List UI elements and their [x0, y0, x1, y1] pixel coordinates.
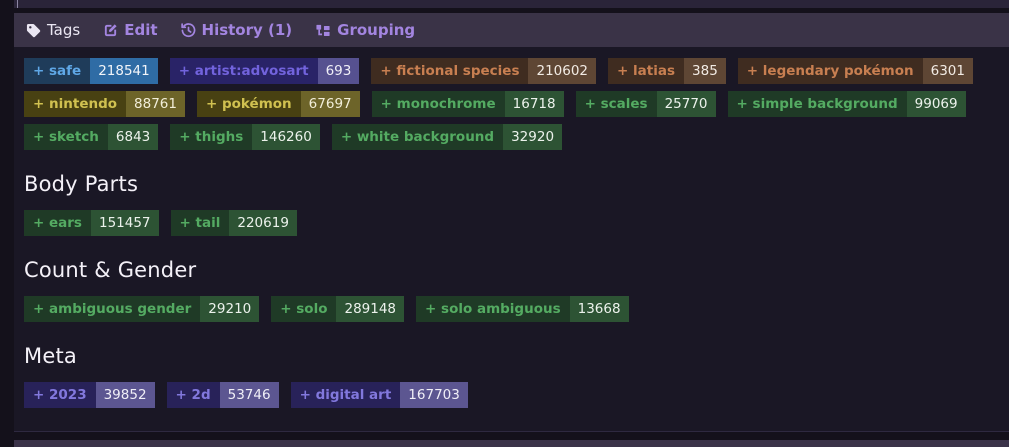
- tag-add-link[interactable]: + safe: [24, 58, 91, 84]
- tag-count: 6843: [107, 124, 159, 150]
- tag-row: + ears 151457 + tail 220619: [24, 210, 999, 236]
- tag-monochrome: + monochrome 16718: [371, 91, 564, 117]
- tag-thighs: + thighs 146260: [170, 124, 320, 150]
- tag-artist-advosart: + artist:advosart 693: [169, 58, 360, 84]
- tab-edit-label: Edit: [124, 21, 158, 39]
- previous-section-bottom-strip: [14, 0, 1009, 8]
- tag-add-link[interactable]: + sketch: [24, 124, 108, 150]
- tag-simple-background: + simple background 99069: [727, 91, 966, 117]
- tab-tags[interactable]: Tags: [26, 21, 80, 39]
- group-header: Meta: [24, 344, 77, 368]
- tab-history-label: History (1): [201, 21, 293, 39]
- tag-count: 167703: [400, 382, 468, 408]
- tag-count: 218541: [90, 58, 158, 84]
- tag-count: 6301: [922, 58, 973, 84]
- previous-section-left-border: [17, 0, 18, 8]
- tag-add-link[interactable]: + solo: [271, 296, 337, 322]
- tag-count: 29210: [200, 296, 260, 322]
- tag-safe: + safe 218541: [24, 58, 158, 84]
- tab-edit[interactable]: Edit: [103, 21, 158, 39]
- tag-row: + nintendo 88761 + pokémon 67697 + monochrom…: [24, 91, 999, 117]
- tag-count: 289148: [336, 296, 405, 322]
- tag-nintendo: + nintendo 88761: [24, 91, 185, 117]
- grouping-icon: [315, 23, 331, 38]
- group-header: Body Parts: [24, 172, 139, 196]
- tag-count: 151457: [90, 210, 159, 236]
- tag-sketch: + sketch 6843: [24, 124, 159, 150]
- tags-toolbar: Tags Edit History (1) Grouping: [14, 13, 1009, 47]
- tag-add-link[interactable]: + 2d: [166, 382, 220, 408]
- edit-icon: [103, 23, 118, 38]
- tag-count: 385: [684, 58, 726, 84]
- tag-2023: + 2023 39852: [24, 382, 155, 408]
- tag-scales: + scales 25770: [575, 91, 716, 117]
- tab-grouping-label: Grouping: [337, 21, 416, 39]
- tag-count: 210602: [528, 58, 597, 84]
- tag-add-link[interactable]: + monochrome: [371, 91, 505, 117]
- tag-groups: + safe 218541 + artist:advosart 693 + fictio…: [14, 47, 1009, 432]
- tag-add-link[interactable]: + thighs: [170, 124, 253, 150]
- tag-row: + 2023 39852 + 2d 53746 + digital art 167703: [24, 382, 999, 408]
- tag-tail: + tail 220619: [170, 210, 297, 236]
- tag-add-link[interactable]: + simple background: [727, 91, 907, 117]
- tag-add-link[interactable]: + solo ambiguous: [416, 296, 570, 322]
- tags-panel: Tags Edit History (1) Grouping + safe 21…: [14, 13, 1009, 432]
- tag-count: 53746: [219, 382, 279, 408]
- tag-count: 146260: [252, 124, 320, 150]
- tag-add-link[interactable]: + fictional species: [371, 58, 529, 84]
- tag-add-link[interactable]: + digital art: [290, 382, 401, 408]
- tag-add-link[interactable]: + pokémon: [196, 91, 301, 117]
- tag-latias: + latias 385: [608, 58, 726, 84]
- tag-add-link[interactable]: + tail: [170, 210, 230, 236]
- tag-count: 99069: [906, 91, 966, 117]
- tag-add-link[interactable]: + artist:advosart: [169, 58, 318, 84]
- tag-white-background: + white background 32920: [331, 124, 563, 150]
- tag-add-link[interactable]: + latias: [608, 58, 685, 84]
- tag-count: 88761: [126, 91, 185, 117]
- tag-add-link[interactable]: + nintendo: [24, 91, 127, 117]
- tag-count: 67697: [300, 91, 360, 117]
- tag-legendary-pok-mon: + legendary pokémon 6301: [737, 58, 973, 84]
- tab-grouping[interactable]: Grouping: [315, 21, 415, 39]
- history-icon: [180, 22, 196, 38]
- tag-ambiguous-gender: + ambiguous gender 29210: [24, 296, 260, 322]
- tag-digital-art: + digital art 167703: [290, 382, 468, 408]
- tab-history[interactable]: History (1): [180, 21, 293, 39]
- group-header: Count & Gender: [24, 258, 197, 282]
- tag-fictional-species: + fictional species 210602: [371, 58, 597, 84]
- tag-row: + safe 218541 + artist:advosart 693 + fictio…: [24, 58, 999, 84]
- tag-count: 32920: [503, 124, 563, 150]
- tag-solo-ambiguous: + solo ambiguous 13668: [416, 296, 629, 322]
- tag-count: 25770: [656, 91, 716, 117]
- tag-count: 693: [317, 58, 360, 84]
- tag-solo: + solo 289148: [271, 296, 405, 322]
- tag-count: 220619: [229, 210, 297, 236]
- tag-add-link[interactable]: + 2023: [24, 382, 96, 408]
- tag-add-link[interactable]: + legendary pokémon: [737, 58, 923, 84]
- tag-count: 39852: [95, 382, 155, 408]
- tag-add-link[interactable]: + scales: [575, 91, 657, 117]
- tag-add-link[interactable]: + white background: [331, 124, 504, 150]
- tag-count: 16718: [504, 91, 564, 117]
- tag-icon: [26, 23, 41, 38]
- tag-ears: + ears 151457: [24, 210, 159, 236]
- tag-add-link[interactable]: + ambiguous gender: [24, 296, 201, 322]
- tag-2d: + 2d 53746: [166, 382, 279, 408]
- next-section-top-strip: [14, 440, 1009, 447]
- tag-count: 13668: [569, 296, 629, 322]
- tag-pok-mon: + pokémon 67697: [196, 91, 360, 117]
- tag-row: + sketch 6843 + thighs 146260 + white backgr…: [24, 124, 999, 150]
- tag-add-link[interactable]: + ears: [24, 210, 91, 236]
- tab-tags-label: Tags: [47, 21, 81, 39]
- tag-row: + ambiguous gender 29210 + solo 289148 + sol…: [24, 296, 999, 322]
